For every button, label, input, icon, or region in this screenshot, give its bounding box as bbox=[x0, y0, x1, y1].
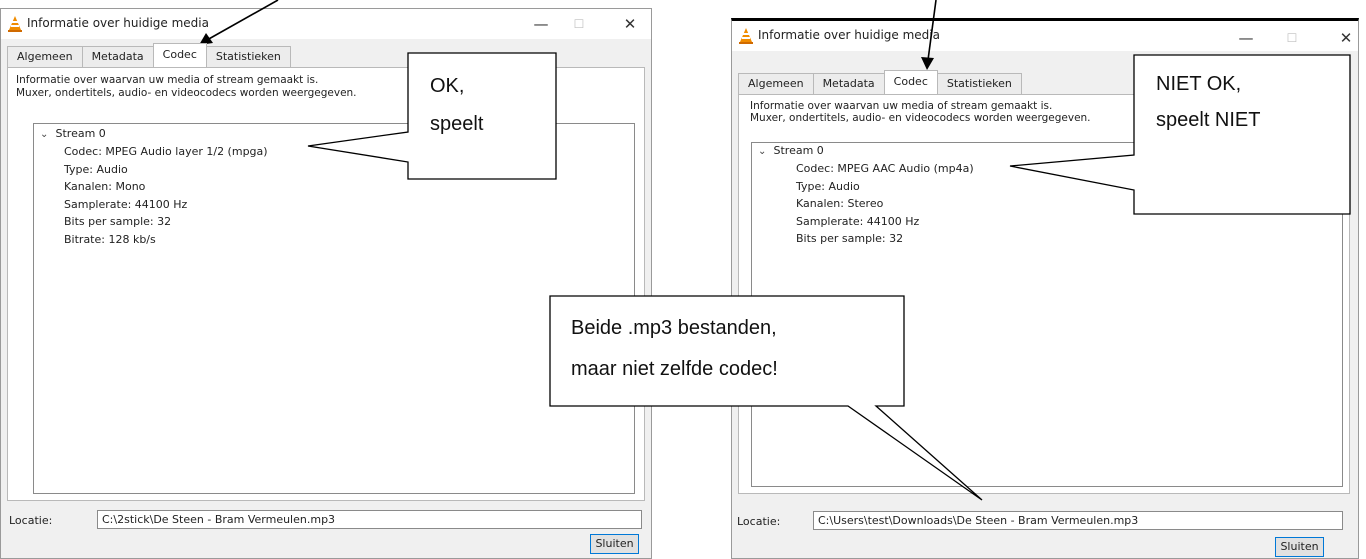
arrow-to-codec-tab-right bbox=[921, 0, 937, 70]
callout-not-ok-line-1: NIET OK, bbox=[1156, 73, 1242, 95]
callout-both-line-2: maar niet zelfde codec! bbox=[571, 358, 778, 380]
tab-codec[interactable]: Codec bbox=[883, 70, 938, 94]
arrow-to-codec-tab-left bbox=[199, 0, 279, 45]
tab-codec[interactable]: Codec bbox=[152, 43, 207, 67]
callout-not-ok-line-2: speelt NIET bbox=[1156, 109, 1261, 131]
callout-ok-line-2: speelt bbox=[430, 113, 484, 135]
callout-ok-line-1: OK, bbox=[430, 75, 465, 97]
callout-both-line-1: Beide .mp3 bestanden, bbox=[571, 317, 777, 339]
